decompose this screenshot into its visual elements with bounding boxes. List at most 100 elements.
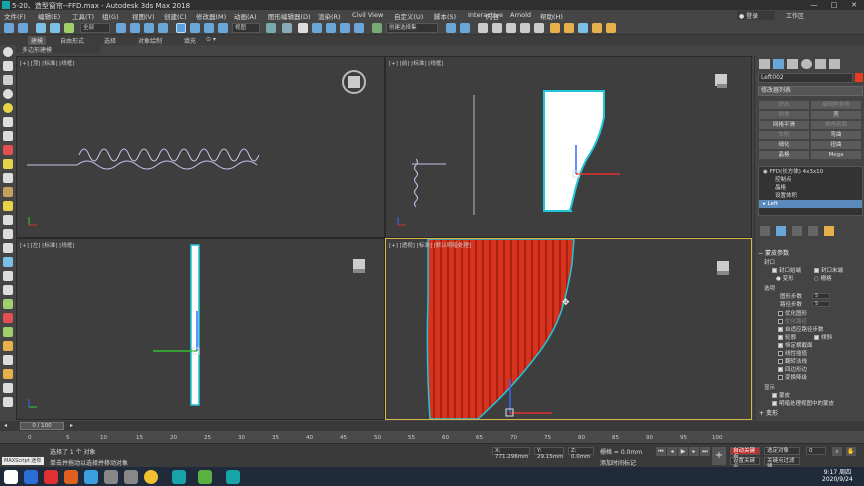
object-name-field[interactable]: Left002 (758, 73, 853, 83)
tab-selection[interactable]: 选择 (104, 36, 116, 45)
skin-in-shaded-checkbox[interactable]: 明暗处理视图中的蒙皮 (772, 399, 834, 407)
select-by-name-icon[interactable] (130, 23, 140, 33)
deformations-rollout[interactable]: + 变形 (759, 408, 778, 417)
eye-icon[interactable]: ◉ (763, 169, 768, 175)
transform-degrade-checkbox[interactable]: 变换降级 (778, 373, 807, 381)
linear-interpolation-checkbox[interactable]: 线性插值 (778, 349, 807, 357)
percent-snap-icon[interactable] (340, 23, 350, 33)
select-rotate-icon[interactable] (190, 23, 200, 33)
extras-icon[interactable] (3, 397, 13, 407)
contour-checkbox[interactable]: 轮廓 (778, 333, 796, 341)
selection-filter-dropdown[interactable]: 全部 (80, 23, 110, 33)
notes-icon[interactable] (198, 470, 212, 484)
shape-icon[interactable] (3, 173, 13, 183)
undo-icon[interactable] (4, 23, 14, 33)
prev-frame-icon[interactable]: ◂ (667, 447, 677, 456)
viewport-top[interactable]: [+] [顶] [标准] [线框] (16, 56, 385, 238)
reference-coord-dropdown[interactable]: 视图 (232, 23, 260, 33)
place-icon[interactable] (218, 23, 228, 33)
patch-icon[interactable] (3, 257, 13, 267)
ribbon-toggle-icon[interactable] (506, 23, 516, 33)
menu-scripting[interactable]: 脚本(S) (434, 11, 456, 21)
particle-icon[interactable] (3, 243, 13, 253)
mod-tessellate-button[interactable]: 细化 (759, 141, 809, 149)
spacewarp-icon[interactable] (3, 145, 13, 155)
material-editor-icon[interactable] (550, 23, 560, 33)
mod-shell-button[interactable]: 壳 (811, 111, 861, 119)
redo-icon[interactable] (18, 23, 28, 33)
slider-prev-icon[interactable]: ◂ (4, 422, 7, 429)
configure-sets-icon[interactable] (824, 226, 834, 236)
login-button[interactable]: ● 登录 (737, 11, 775, 20)
skin-checkbox[interactable]: 蒙皮 (772, 391, 790, 399)
morph-radio[interactable]: ● 变形 (776, 274, 794, 282)
systems-icon[interactable] (3, 159, 13, 169)
add-time-tag[interactable]: 添加时间标记 (600, 458, 636, 467)
helper-icon[interactable] (3, 131, 13, 141)
app-icon-1[interactable] (24, 470, 38, 484)
star-icon[interactable] (3, 201, 13, 211)
viewport-persp-label[interactable]: [+] [透视] [标准] [默认明暗处理] (389, 241, 471, 249)
viewport-perspective[interactable]: ✥ [+] [透视] [标准] [默认明暗处理] (385, 238, 752, 420)
adaptive-path-checkbox[interactable]: 自适应路径步数 (778, 325, 824, 333)
pin-stack-icon[interactable] (760, 226, 770, 236)
track-bar[interactable]: 0 5 10 15 20 25 30 35 40 45 50 55 60 65 … (0, 431, 864, 443)
nurbs-icon[interactable] (3, 271, 13, 281)
link-icon[interactable] (36, 23, 46, 33)
motion-tab-icon[interactable] (801, 59, 812, 69)
stack-item-lattice[interactable]: 晶格 (759, 184, 862, 192)
menu-tools[interactable]: 工具(T) (72, 11, 94, 21)
stack-item-loft[interactable]: ▸ Left (759, 200, 862, 208)
menu-group[interactable]: 组(G) (102, 11, 119, 21)
start-icon[interactable] (4, 470, 18, 484)
maximize-button[interactable]: □ (824, 0, 844, 10)
pan-icon[interactable]: ✋ (846, 447, 856, 456)
mod-twist-button[interactable]: 扭曲 (811, 141, 861, 149)
mod-meshsmooth-button[interactable]: 网格平滑 (759, 121, 809, 129)
hierarchy-tab-icon[interactable] (787, 59, 798, 69)
spinner-snap-icon[interactable] (354, 23, 364, 33)
set-key-big-icon[interactable]: + (712, 447, 726, 465)
select-object-icon[interactable] (116, 23, 126, 33)
render-cloud-icon[interactable] (606, 23, 616, 33)
mod-extrude-button[interactable]: 挤出 (759, 101, 809, 109)
render-frame-icon[interactable] (578, 23, 588, 33)
coord-y-field[interactable]: Y: 29.15mm (534, 447, 564, 460)
layer-explorer-icon[interactable] (478, 23, 488, 33)
bind-spacewarp-icon[interactable] (64, 23, 74, 33)
menu-graph-editors[interactable]: 图形编辑器(D) (268, 11, 311, 21)
mod-lathe-button[interactable]: 车削 (759, 131, 809, 139)
menu-file[interactable]: 文件(F) (4, 11, 26, 21)
make-unique-icon[interactable] (792, 226, 802, 236)
menu-help[interactable]: 帮助(H) (540, 11, 563, 21)
goto-start-icon[interactable]: ⏮ (656, 447, 666, 456)
close-button[interactable]: ✕ (844, 0, 864, 10)
optimize-path-checkbox[interactable]: 优化路径 (778, 317, 807, 325)
set-key-button[interactable]: 设置关键点 (730, 457, 760, 470)
wall-icon[interactable] (3, 369, 13, 379)
remove-modifier-icon[interactable] (808, 226, 818, 236)
create-tab-icon[interactable] (759, 59, 770, 69)
render-setup-icon[interactable] (564, 23, 574, 33)
workspace-label[interactable]: 工作区 (786, 11, 804, 20)
stack-item-ffd[interactable]: ◉ FFD(长方体) 4x3x10 (759, 168, 862, 176)
stack-item-control-points[interactable]: 控制点 (759, 176, 862, 184)
cap-end-checkbox[interactable]: 封口末端 (814, 266, 843, 274)
time-slider-thumb[interactable]: 0 / 100 (20, 422, 64, 430)
rollout-title[interactable]: − 蒙皮参数 (758, 248, 789, 257)
cylinder-icon[interactable] (3, 75, 13, 85)
menu-create[interactable]: 创建(C) (164, 11, 187, 21)
window-crossing-icon[interactable] (158, 23, 168, 33)
tab-modeling[interactable]: 建模 (28, 36, 47, 45)
light-icon[interactable] (3, 103, 13, 113)
max-icon-1[interactable] (172, 470, 186, 484)
compound-icon[interactable] (3, 229, 13, 239)
auto-key-button[interactable]: 自动关键点 (730, 447, 760, 460)
tab-object-paint[interactable]: 对象绘制 (138, 36, 162, 45)
text-icon[interactable] (3, 215, 13, 225)
menu-modifiers[interactable]: 修改器(M) (196, 11, 226, 21)
modifier-list-dropdown[interactable]: 修改器列表 (758, 86, 863, 96)
coord-x-field[interactable]: X: 771.296mm (492, 447, 530, 460)
app-icon-6[interactable] (124, 470, 138, 484)
pivot-center-icon[interactable] (266, 23, 276, 33)
